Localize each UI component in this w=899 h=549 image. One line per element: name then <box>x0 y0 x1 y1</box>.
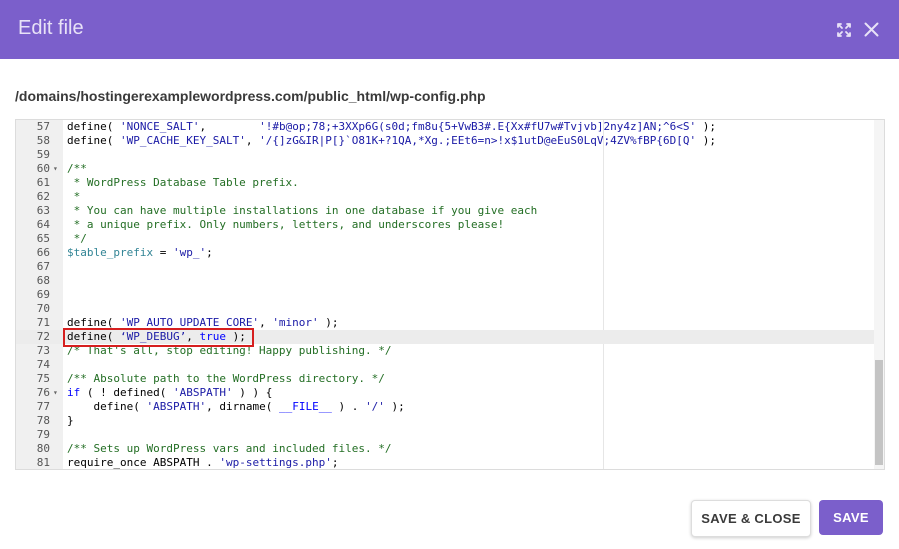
wp-debug-highlight-box <box>63 328 254 347</box>
code-token: * a unique prefix. Only numbers, letters… <box>67 218 505 231</box>
code-token: define( <box>67 400 147 413</box>
line-number: 60 <box>36 162 50 175</box>
file-path: /domains/hostingerexamplewordpress.com/p… <box>15 88 486 104</box>
editor-scrollbar[interactable] <box>874 120 884 469</box>
code-text: require_once ABSPATH . 'wp-settings.php'… <box>67 456 339 469</box>
scrollbar-thumb[interactable] <box>875 360 883 465</box>
code-text: /** <box>67 162 87 176</box>
code-token: } <box>67 414 74 427</box>
line-number: 72 <box>36 330 50 343</box>
line-number: 63 <box>36 204 50 217</box>
line-number: 75 <box>36 372 50 385</box>
code-token: 'ABSPATH' <box>146 400 207 413</box>
code-token: , <box>259 316 273 329</box>
code-text: * a unique prefix. Only numbers, letters… <box>67 218 504 232</box>
code-token: ; <box>206 246 213 259</box>
code-token: ; <box>331 456 339 469</box>
save-and-close-button[interactable]: SAVE & CLOSE <box>691 500 811 537</box>
code-text: } <box>67 414 74 428</box>
code-token: /** Absolute path to the WordPress direc… <box>67 372 385 385</box>
code-token: 'wp_' <box>172 246 207 259</box>
line-number: 61 <box>36 176 50 189</box>
line-number: 80 <box>36 442 50 455</box>
expand-icon[interactable] <box>836 22 852 38</box>
code-text: * WordPress Database Table prefix. <box>67 176 299 190</box>
code-token: * <box>67 190 81 203</box>
code-token: ); <box>318 316 339 329</box>
save-button[interactable]: SAVE <box>819 500 883 535</box>
code-token: if <box>67 386 81 399</box>
close-icon[interactable] <box>864 22 879 37</box>
line-number: 65 <box>36 232 50 245</box>
code-token: * You can have multiple installations in… <box>67 204 538 217</box>
code-token: 'NONCE_SALT' <box>119 120 200 133</box>
fold-arrow-icon[interactable]: ▾ <box>53 162 58 176</box>
line-number: 71 <box>36 316 50 329</box>
code-text: define( 'NONCE_SALT', '!#b@op;78;+3XXp6G… <box>67 120 716 134</box>
line-number: 66 <box>36 246 50 259</box>
code-text: define( 'WP_CACHE_KEY_SALT', '/{]zG&IR|P… <box>67 134 716 148</box>
code-token: = <box>153 246 173 259</box>
code-token: $table_prefix <box>67 246 154 259</box>
code-text: if ( ! defined( 'ABSPATH' ) ) { <box>67 386 272 400</box>
fold-arrow-icon[interactable]: ▾ <box>53 386 58 400</box>
code-text: define( 'ABSPATH', dirname( __FILE__ ) .… <box>67 400 405 414</box>
line-number: 74 <box>36 358 50 371</box>
line-number: 64 <box>36 218 50 231</box>
code-token: 'WP_CACHE_KEY_SALT' <box>119 134 246 147</box>
line-number: 81 <box>36 456 50 469</box>
code-token: */ <box>67 232 87 245</box>
code-token: , <box>245 134 260 147</box>
line-number: 57 <box>36 120 50 133</box>
line-number: 62 <box>36 190 50 203</box>
line-number: 67 <box>36 260 50 273</box>
dialog-header: Edit file <box>0 0 899 59</box>
code-token: define( <box>67 120 120 133</box>
line-number: 73 <box>36 344 50 357</box>
code-text: * <box>67 190 81 204</box>
line-number: 79 <box>36 428 50 441</box>
code-token: 'minor' <box>272 316 319 329</box>
code-token: /** Sets up WordPress vars and included … <box>67 442 392 455</box>
code-token: ) . <box>331 400 366 413</box>
line-number: 76 <box>36 386 50 399</box>
line-number: 70 <box>36 302 50 315</box>
code-text: $table_prefix = 'wp_'; <box>67 246 213 260</box>
code-token: '!#b@op;78;+3XXp6G(s0d;fm8u{5+VwB3#.E{Xx… <box>259 120 697 133</box>
code-token: * WordPress Database Table prefix. <box>67 176 299 189</box>
code-text: /** Sets up WordPress vars and included … <box>67 442 392 456</box>
code-token: , <box>199 120 260 133</box>
code-token: 'ABSPATH' <box>172 386 233 399</box>
print-margin <box>603 120 604 469</box>
code-token: '/' <box>365 400 385 413</box>
code-text: * You can have multiple installations in… <box>67 204 538 218</box>
line-number: 77 <box>36 400 50 413</box>
code-token: ) ) { <box>232 386 273 399</box>
code-text: /** Absolute path to the WordPress direc… <box>67 372 385 386</box>
code-token: __FILE__ <box>278 400 332 413</box>
code-token: define( <box>67 134 120 147</box>
code-token: ); <box>384 400 405 413</box>
code-token: ( ! defined( <box>80 386 173 399</box>
line-number: 68 <box>36 274 50 287</box>
code-text: */ <box>67 232 87 246</box>
line-number: 58 <box>36 134 50 147</box>
line-number: 59 <box>36 148 50 161</box>
code-token: ); <box>696 134 717 147</box>
code-token: , dirname( <box>206 400 279 413</box>
code-token: '/{]zG&IR|P[}`O81K+?1QA,*Xg.;EEt6=n>!x$1… <box>259 134 697 147</box>
code-token: 'wp-settings.php' <box>219 456 332 469</box>
line-number: 78 <box>36 414 50 427</box>
code-token: ); <box>696 120 717 133</box>
code-token: /** <box>67 162 87 175</box>
code-token: require_once ABSPATH . <box>67 456 220 469</box>
code-editor[interactable]: 57 define( 'NONCE_SALT', '!#b@op;78;+3XXp… <box>15 119 885 470</box>
dialog-title: Edit file <box>18 17 84 39</box>
line-number: 69 <box>36 288 50 301</box>
